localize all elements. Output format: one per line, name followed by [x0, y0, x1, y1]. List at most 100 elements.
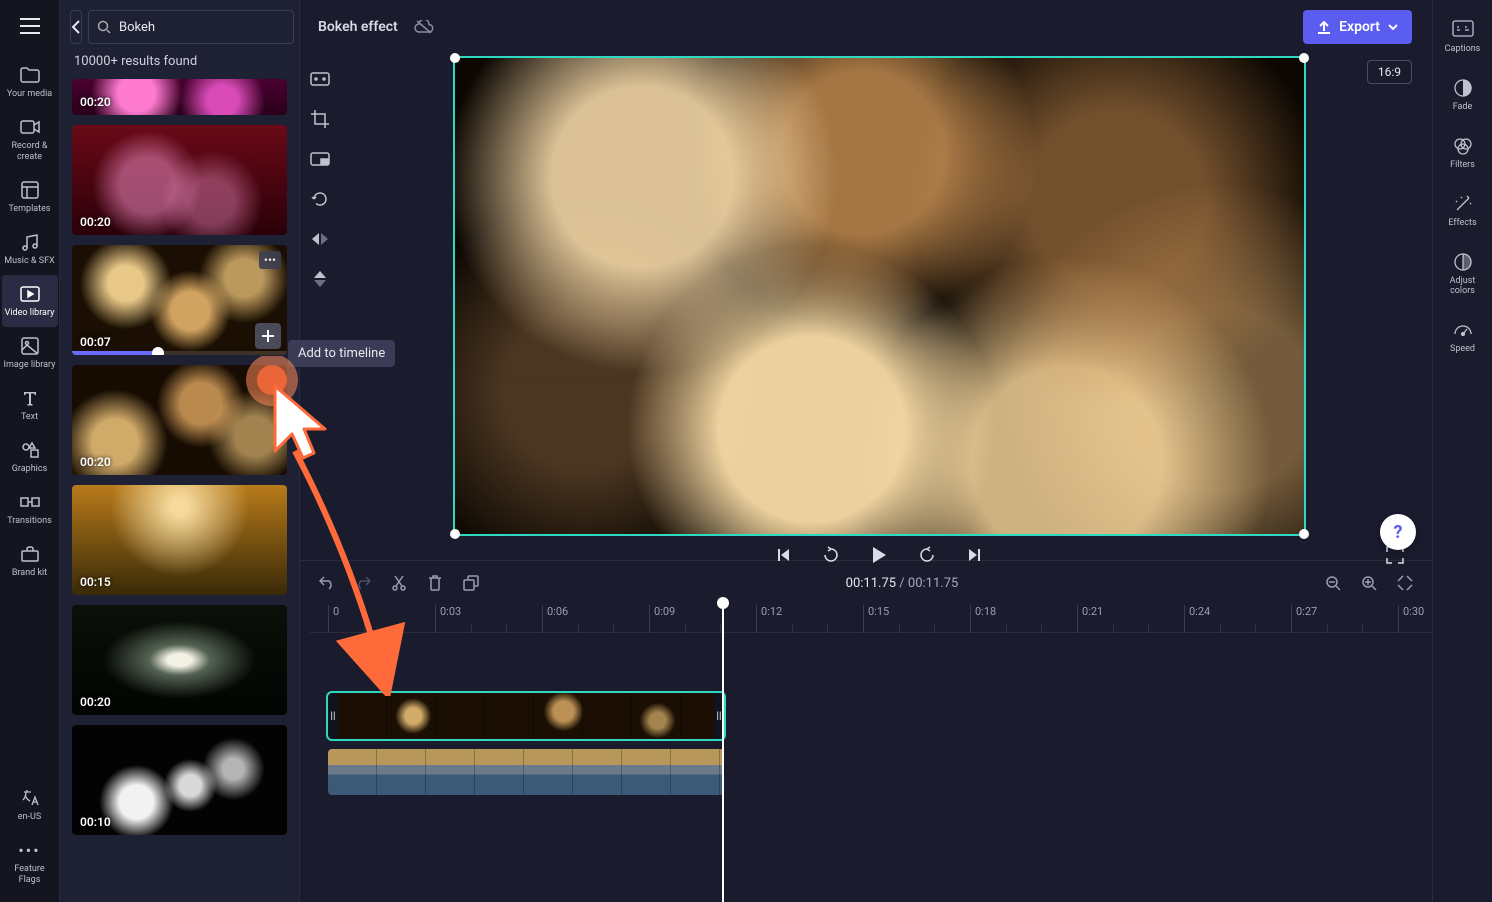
rotate-tool[interactable] — [307, 186, 333, 212]
rewind-button[interactable] — [818, 542, 844, 568]
duplicate-button[interactable] — [460, 572, 482, 594]
crop-tool[interactable] — [307, 106, 333, 132]
zoom-in-button[interactable] — [1358, 572, 1380, 594]
rr-captions[interactable]: Captions — [1435, 10, 1491, 64]
timeline: 00:11.75 / 00:11.75 00:030:060:090:120:1… — [300, 560, 1432, 902]
upload-icon — [1317, 20, 1331, 34]
rr-fade[interactable]: Fade — [1435, 68, 1491, 122]
delete-button[interactable] — [424, 572, 446, 594]
rail-your-media[interactable]: Your media — [2, 56, 58, 108]
library-clip[interactable]: 00:15 — [72, 485, 287, 595]
results-count: 10000+ results found — [60, 50, 299, 79]
rail-language[interactable]: en-US — [2, 779, 58, 831]
zoom-fit-button[interactable] — [1394, 572, 1416, 594]
undo-button[interactable] — [316, 572, 338, 594]
chevron-left-icon — [71, 20, 81, 34]
flip-h-tool[interactable] — [307, 226, 333, 252]
skip-end-button[interactable] — [962, 542, 988, 568]
preview-canvas[interactable] — [453, 56, 1306, 536]
speed-icon — [1453, 320, 1473, 340]
rail-image-library[interactable]: Image library — [2, 327, 58, 379]
scrubber-knob[interactable] — [152, 347, 164, 355]
fit-tool[interactable] — [307, 66, 333, 92]
library-clip[interactable]: 00:20 — [72, 365, 287, 475]
library-clip[interactable]: 00:20 — [72, 125, 287, 235]
redo-button[interactable] — [352, 572, 374, 594]
library-results[interactable]: 00:20 00:20 ••• 00:07 00:20 00:15 — [60, 79, 299, 902]
hamburger-icon — [20, 18, 40, 34]
skip-start-button[interactable] — [770, 542, 796, 568]
clip-more-button[interactable]: ••• — [259, 251, 281, 269]
left-rail: Your media Record & create Templates Mus… — [0, 0, 60, 902]
rail-graphics[interactable]: Graphics — [2, 431, 58, 483]
ruler-tick: 0:15 — [863, 605, 889, 633]
export-button[interactable]: Export — [1303, 10, 1412, 44]
folder-icon — [20, 67, 40, 83]
forward-button[interactable] — [914, 542, 940, 568]
rail-record-create[interactable]: Record & create — [2, 108, 58, 171]
briefcase-icon — [21, 546, 39, 562]
zoom-out-button[interactable] — [1322, 572, 1344, 594]
timeline-tracks[interactable]: || || — [310, 633, 1432, 902]
resize-handle-tr[interactable] — [1299, 53, 1309, 63]
playhead[interactable] — [722, 599, 724, 902]
resize-handle-br[interactable] — [1299, 529, 1309, 539]
timeline-clip-bokeh[interactable]: || || — [328, 693, 724, 739]
rr-adjust-colors[interactable]: Adjust colors — [1435, 242, 1491, 306]
project-title[interactable]: Bokeh effect — [318, 19, 398, 35]
back-button[interactable] — [70, 10, 82, 44]
main-area: Bokeh effect Export 16:9 — [300, 0, 1432, 902]
rail-text[interactable]: Text — [2, 379, 58, 431]
rail-transitions[interactable]: Transitions — [2, 483, 58, 535]
rail-brand-kit[interactable]: Brand kit — [2, 535, 58, 587]
library-clip[interactable]: ••• 00:07 — [72, 245, 287, 355]
search-icon — [97, 20, 111, 34]
rr-filters[interactable]: Filters — [1435, 126, 1491, 180]
ruler-tick: 0:27 — [1291, 605, 1317, 633]
ruler-tick: 0:09 — [649, 605, 675, 633]
ruler-tick: 0:03 — [435, 605, 461, 633]
rr-effects[interactable]: Effects — [1435, 184, 1491, 238]
video-library-icon — [20, 286, 40, 302]
chevron-down-icon — [1388, 24, 1398, 30]
playback-controls — [346, 542, 1412, 568]
text-icon — [22, 390, 38, 406]
wand-icon — [1453, 194, 1473, 214]
search-box[interactable] — [88, 10, 294, 44]
library-clip[interactable]: 00:20 — [72, 605, 287, 715]
clip-trim-left[interactable]: || — [328, 693, 338, 739]
search-input[interactable] — [119, 20, 285, 35]
plus-icon — [262, 330, 274, 342]
library-clip[interactable]: 00:20 — [72, 79, 287, 115]
ruler-tick: 0:06 — [542, 605, 568, 633]
rr-speed[interactable]: Speed — [1435, 310, 1491, 364]
library-clip[interactable]: 00:10 — [72, 725, 287, 835]
add-to-timeline-button[interactable] — [255, 323, 281, 349]
right-rail: Captions Fade Filters Effects Adjust col… — [1432, 0, 1492, 902]
resize-handle-tl[interactable] — [450, 53, 460, 63]
pip-tool[interactable] — [307, 146, 333, 172]
playback-time: 00:11.75 / 00:11.75 — [496, 576, 1308, 591]
ruler-tick: 0:18 — [970, 605, 996, 633]
shapes-icon — [21, 441, 39, 459]
timeline-clip-beach[interactable] — [328, 749, 724, 795]
aspect-ratio-button[interactable]: 16:9 — [1367, 60, 1412, 84]
add-to-timeline-tooltip: Add to timeline — [288, 340, 395, 367]
rail-video-library[interactable]: Video library — [2, 275, 58, 327]
top-bar: Bokeh effect Export — [300, 0, 1432, 54]
flip-v-tool[interactable] — [307, 266, 333, 292]
menu-button[interactable] — [12, 8, 48, 44]
help-button[interactable]: ? — [1380, 514, 1416, 550]
rail-templates[interactable]: Templates — [2, 171, 58, 223]
fade-icon — [1453, 78, 1473, 98]
image-icon — [21, 337, 39, 355]
rail-music-sfx[interactable]: Music & SFX — [2, 223, 58, 275]
split-button[interactable] — [388, 572, 410, 594]
music-icon — [21, 233, 39, 251]
ruler-tick: 0:12 — [756, 605, 782, 633]
play-button[interactable] — [866, 542, 892, 568]
cloud-sync-icon[interactable] — [414, 20, 434, 34]
resize-handle-bl[interactable] — [450, 529, 460, 539]
timeline-ruler[interactable]: 00:030:060:090:120:150:180:210:240:270:3… — [310, 605, 1432, 633]
rail-feature-flags[interactable]: ••• Feature Flags — [2, 831, 58, 894]
